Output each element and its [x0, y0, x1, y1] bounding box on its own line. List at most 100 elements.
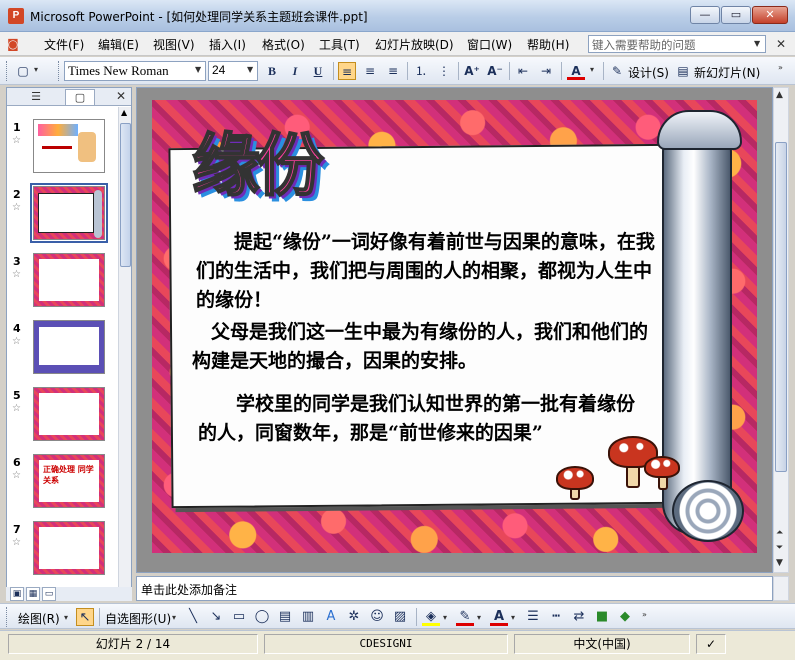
chevron-down-icon[interactable]: ▼ — [247, 65, 253, 74]
font-color-icon[interactable]: A — [567, 62, 585, 80]
tab-outline[interactable]: ☰ — [21, 89, 51, 105]
new-slide-button[interactable]: 新幻灯片(N) — [694, 64, 760, 81]
slide-sorter-icon[interactable]: ▦ — [26, 587, 40, 601]
normal-view-icon[interactable]: ▣ — [10, 587, 24, 601]
panel-close-button[interactable]: ✕ — [116, 89, 126, 103]
align-right-icon[interactable]: ≡ — [384, 62, 402, 80]
menu-slideshow[interactable]: 幻灯片放映(D) — [375, 36, 454, 53]
thumbnail-slide-4[interactable]: 4 ☆ — [7, 318, 117, 380]
slide-thumbnail[interactable] — [33, 521, 105, 575]
document-close-button[interactable]: ✕ — [776, 37, 786, 51]
slide-canvas[interactable]: 缘份 提起“缘份”一词好像有着前世与因果的意味，在我们的生活中，我们把与周围的人… — [152, 100, 757, 553]
chevron-down-icon[interactable]: ▼ — [754, 39, 760, 48]
chevron-down-icon[interactable]: ▾ — [34, 65, 38, 74]
thumbnail-slide-6[interactable]: 6 ☆ 正确处理 同学关系 — [7, 452, 117, 514]
menu-edit[interactable]: 编辑(E) — [98, 36, 139, 53]
slide-thumbnail[interactable] — [33, 387, 105, 441]
wordart-icon[interactable]: A — [322, 608, 340, 626]
align-center-icon[interactable]: ≡ — [361, 62, 379, 80]
design-icon[interactable]: ✎ — [608, 62, 626, 80]
menu-window[interactable]: 窗口(W) — [467, 36, 512, 53]
chevron-down-icon[interactable]: ▾ — [64, 613, 68, 622]
menu-help[interactable]: 帮助(H) — [527, 36, 569, 53]
rectangle-tool-icon[interactable]: ▭ — [230, 608, 248, 626]
bold-button[interactable]: B — [263, 62, 281, 80]
textbox-tool-icon[interactable]: ▤ — [276, 608, 294, 626]
slide-thumbnail[interactable] — [33, 253, 105, 307]
3d-style-icon[interactable]: ◆ — [616, 608, 634, 626]
vertical-textbox-icon[interactable]: ▥ — [299, 608, 317, 626]
scrollbar-thumb[interactable] — [775, 142, 787, 472]
arrow-style-icon[interactable]: ⇄ — [570, 608, 588, 626]
font-color-icon[interactable]: A — [490, 608, 508, 626]
scroll-up-icon[interactable]: ▲ — [121, 108, 127, 117]
draw-menu-button[interactable]: 绘图(R) — [18, 610, 60, 627]
chevron-down-icon[interactable]: ▼ — [195, 65, 201, 74]
align-left-icon[interactable]: ≡ — [338, 62, 356, 80]
slide-paragraph-1[interactable]: 提起“缘份”一词好像有着前世与因果的意味，在我们的生活中，我们把与周围的人的相聚… — [196, 228, 656, 315]
thumbnail-scrollbar[interactable]: ▲ ▼ — [118, 107, 131, 597]
diagram-icon[interactable]: ✲ — [345, 608, 363, 626]
line-tool-icon[interactable]: ╲ — [184, 608, 202, 626]
picture-icon[interactable]: ▨ — [391, 608, 409, 626]
toolbar-options-icon[interactable]: » — [642, 610, 647, 619]
minimize-button[interactable]: — — [690, 6, 720, 24]
toolbar-options-icon[interactable]: » — [778, 63, 783, 72]
slide-thumbnail[interactable] — [33, 119, 105, 173]
italic-button[interactable]: I — [286, 62, 304, 80]
tab-slides[interactable]: ▢ — [65, 89, 95, 105]
line-color-icon[interactable]: ✎ — [456, 608, 474, 626]
slideshow-view-icon[interactable]: ▭ — [42, 587, 56, 601]
thumbnail-slide-3[interactable]: 3 ☆ — [7, 251, 117, 313]
close-window-button[interactable]: ✕ — [752, 6, 788, 24]
thumbnail-slide-1[interactable]: 1 ☆ — [7, 117, 117, 179]
powerpoint-app-icon[interactable]: P — [8, 8, 24, 24]
arrow-tool-icon[interactable]: ↘ — [207, 608, 225, 626]
toolbar-grip[interactable] — [6, 61, 9, 81]
slide-paragraph-3[interactable]: 学校里的同学是我们认知世界的第一批有着缘份的人，同窗数年，那是“前世修来的因果” — [198, 390, 650, 448]
shadow-style-icon[interactable]: ■ — [593, 608, 611, 626]
next-slide-icon[interactable]: ⏷ — [776, 543, 783, 553]
chevron-down-icon[interactable]: ▾ — [443, 613, 447, 622]
design-button[interactable]: 设计(S) — [628, 64, 669, 81]
toolbar-grip[interactable] — [6, 607, 9, 627]
slide-paragraph-2[interactable]: 父母是我们这一生中最为有缘份的人，我们和他们的构建是天地的撮合，因果的安排。 — [192, 318, 662, 376]
chevron-down-icon[interactable]: ▾ — [477, 613, 481, 622]
slide-vertical-scrollbar[interactable]: ▲ ⏶ ⏷ ▼ — [773, 87, 789, 573]
fill-color-icon[interactable]: ◈ — [422, 608, 440, 626]
autoshapes-button[interactable]: 自选图形(U) — [105, 610, 171, 627]
thumbnail-slide-2[interactable]: 2 ☆ — [7, 183, 117, 246]
numbered-list-icon[interactable]: ⒈ — [412, 62, 430, 80]
scroll-up-icon[interactable]: ▲ — [776, 90, 783, 100]
menu-insert[interactable]: 插入(I) — [209, 36, 246, 53]
slide-thumbnail[interactable] — [33, 320, 105, 374]
thumbnail-slide-5[interactable]: 5 ☆ — [7, 385, 117, 447]
underline-button[interactable]: U — [309, 62, 327, 80]
decrease-font-icon[interactable]: A⁻ — [486, 62, 504, 80]
oval-tool-icon[interactable]: ◯ — [253, 608, 271, 626]
clipart-icon[interactable]: ☺ — [368, 608, 386, 626]
chevron-down-icon[interactable]: ▾ — [511, 613, 515, 622]
increase-indent-icon[interactable]: ⇥ — [537, 62, 555, 80]
chevron-down-icon[interactable]: ▾ — [590, 65, 594, 74]
chevron-down-icon[interactable]: ▾ — [172, 613, 176, 622]
decrease-indent-icon[interactable]: ⇤ — [514, 62, 532, 80]
notes-pane[interactable]: 单击此处添加备注 — [136, 576, 773, 601]
slide-thumbnail[interactable]: 正确处理 同学关系 — [33, 454, 105, 508]
document-icon[interactable]: ◙ — [4, 35, 22, 53]
menu-file[interactable]: 文件(F) — [44, 36, 84, 53]
restore-button[interactable]: ▭ — [721, 6, 751, 24]
increase-font-icon[interactable]: A⁺ — [463, 62, 481, 80]
slide-title-wordart[interactable]: 缘份 — [191, 110, 325, 209]
notes-scrollbar[interactable] — [773, 576, 789, 601]
font-name-select[interactable]: Times New Roman — [64, 61, 206, 81]
previous-slide-icon[interactable]: ⏶ — [776, 528, 783, 538]
select-pointer-icon[interactable]: ↖ — [76, 608, 94, 626]
bullet-list-icon[interactable]: ⋮ — [435, 62, 453, 80]
spelling-check-icon[interactable]: ✓ — [696, 634, 726, 654]
line-style-icon[interactable]: ☰ — [524, 608, 542, 626]
help-search-input[interactable]: 键入需要帮助的问题 — [588, 35, 766, 53]
new-slide-icon[interactable]: ▤ — [674, 62, 692, 80]
slide-thumbnail[interactable] — [30, 183, 108, 243]
scrollbar-thumb[interactable] — [120, 123, 131, 267]
